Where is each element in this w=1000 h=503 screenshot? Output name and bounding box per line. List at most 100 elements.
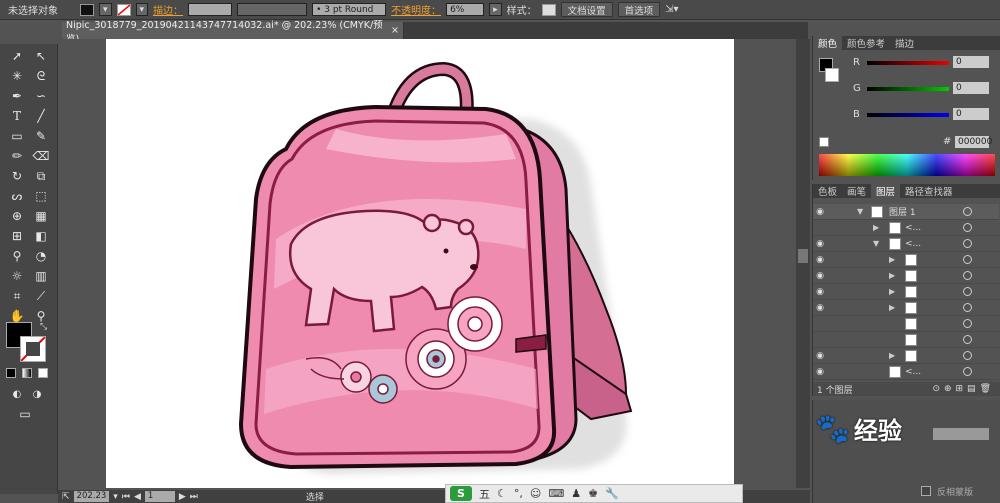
document-tab[interactable]: Nipic_3018779_20190421143747714032.ai* @…: [62, 20, 404, 45]
layer-row[interactable]: ◉ <...: [813, 364, 999, 380]
tools-icon[interactable]: 🔧: [605, 487, 619, 500]
free-transform-icon[interactable]: ⬚: [30, 188, 52, 204]
layer-row[interactable]: ◉ ▶: [813, 268, 999, 284]
zoom-dropdown-icon[interactable]: ▾: [113, 492, 118, 502]
shape-builder-icon[interactable]: ⊕: [6, 208, 28, 224]
magic-wand-icon[interactable]: ✳: [6, 68, 28, 84]
keyboard-icon[interactable]: ⌨: [548, 487, 564, 500]
color-mode-icon[interactable]: [6, 368, 16, 378]
user-icon[interactable]: ♟: [571, 487, 581, 500]
layer-row[interactable]: ◉ ▶: [813, 284, 999, 300]
perspective-grid-icon[interactable]: ▦: [30, 208, 52, 224]
fill-dropdown-icon[interactable]: ▾: [99, 3, 112, 16]
g-input[interactable]: 0: [953, 82, 989, 94]
expand-arrow-icon[interactable]: ▶: [873, 223, 879, 232]
type-tool-icon[interactable]: T: [6, 108, 28, 124]
expand-arrow-icon[interactable]: ▶: [889, 287, 895, 296]
stroke-color-box[interactable]: [20, 336, 46, 362]
none-color-icon[interactable]: [819, 137, 829, 147]
expand-arrow-icon[interactable]: ▶: [889, 271, 895, 280]
none-mode-icon[interactable]: [38, 368, 48, 378]
visibility-eye-icon[interactable]: ◉: [813, 367, 827, 377]
zoom-field[interactable]: 202.23: [73, 491, 110, 502]
layer-row[interactable]: ◉ ▶: [813, 348, 999, 364]
column-graph-icon[interactable]: ▥: [30, 268, 52, 284]
eyedropper-icon[interactable]: ⚲: [6, 248, 28, 264]
target-circle-icon[interactable]: [963, 239, 972, 248]
close-tab-icon[interactable]: ×: [391, 25, 399, 36]
style-swatch[interactable]: [541, 3, 556, 16]
visibility-eye-icon[interactable]: ◉: [813, 239, 827, 249]
layer-row[interactable]: [813, 332, 999, 348]
opacity-input[interactable]: 6%: [446, 3, 485, 16]
skin-icon[interactable]: ♚: [588, 487, 598, 500]
tab-swatches[interactable]: 色板: [813, 184, 842, 198]
layer-row[interactable]: ◉ ▶: [813, 300, 999, 316]
symbol-sprayer-icon[interactable]: ☼: [6, 268, 28, 284]
arrange-icon[interactable]: ⇲▾: [665, 4, 678, 15]
opacity-dropdown-icon[interactable]: ▸: [489, 3, 502, 16]
expand-arrow-icon[interactable]: ▶: [889, 351, 895, 360]
visibility-eye-icon[interactable]: ◉: [813, 351, 827, 361]
first-page-icon[interactable]: ⏮: [122, 492, 130, 502]
panel-stroke-swatch[interactable]: [825, 68, 839, 82]
direct-selection-tool-icon[interactable]: ↖: [30, 48, 52, 64]
next-page-icon[interactable]: ▶: [179, 492, 186, 502]
tab-brushes[interactable]: 画笔: [842, 184, 871, 198]
tab-pathfinder[interactable]: 路径查找器: [900, 184, 958, 198]
warp-icon[interactable]: ᔕ: [6, 188, 28, 204]
variable-width-dropdown[interactable]: [237, 3, 308, 16]
pencil-icon[interactable]: ✏: [6, 148, 28, 164]
document-settings-button[interactable]: 文档设置: [560, 2, 613, 17]
moon-icon[interactable]: ☾: [497, 487, 507, 500]
artboard-nav-icon[interactable]: ⇱: [62, 492, 70, 502]
tab-stroke[interactable]: 描边: [890, 36, 919, 50]
b-input[interactable]: 0: [953, 108, 989, 120]
r-input[interactable]: 0: [953, 56, 989, 68]
target-circle-icon[interactable]: [963, 319, 972, 328]
gradient-mode-icon[interactable]: [22, 368, 32, 378]
preferences-button[interactable]: 首选项: [617, 2, 661, 17]
stroke-dropdown-icon[interactable]: ▾: [135, 3, 149, 16]
tab-layers[interactable]: 图层: [871, 184, 901, 198]
expand-arrow-icon[interactable]: ▶: [889, 303, 895, 312]
b-slider[interactable]: [867, 113, 949, 117]
tab-color-guide[interactable]: 颜色参考: [842, 36, 890, 50]
punctuation-icon[interactable]: °,: [514, 487, 523, 500]
swap-colors-icon[interactable]: ⤡: [40, 322, 47, 332]
blend-icon[interactable]: ◔: [30, 248, 52, 264]
stroke-weight-input[interactable]: [188, 3, 233, 16]
opacity-label[interactable]: 不透明度：: [391, 2, 441, 17]
visibility-eye-icon[interactable]: ◉: [813, 271, 827, 281]
target-circle-icon[interactable]: [963, 271, 972, 280]
pen-tool-icon[interactable]: ✒: [6, 88, 28, 104]
artboard[interactable]: [106, 39, 734, 488]
sogou-logo-icon[interactable]: S: [450, 486, 472, 501]
rectangle-tool-icon[interactable]: ▭: [6, 128, 28, 144]
artboard-tool-icon[interactable]: ⌗: [6, 288, 28, 304]
visibility-eye-icon[interactable]: ◉: [813, 207, 827, 217]
page-field[interactable]: 1: [144, 491, 175, 502]
scale-icon[interactable]: ⧉: [30, 168, 52, 184]
line-tool-icon[interactable]: ╱: [30, 108, 52, 124]
prev-page-icon[interactable]: ◀: [134, 492, 141, 502]
target-circle-icon[interactable]: [963, 351, 972, 360]
g-slider[interactable]: [867, 87, 949, 91]
target-circle-icon[interactable]: [963, 367, 972, 376]
vertical-scroll-thumb[interactable]: [798, 249, 808, 263]
selection-tool-icon[interactable]: ➚: [6, 48, 28, 64]
fill-swatch[interactable]: [80, 3, 94, 16]
expand-arrow-icon[interactable]: ▼: [873, 239, 879, 248]
gradient-icon[interactable]: ◧: [30, 228, 52, 244]
target-circle-icon[interactable]: [963, 303, 972, 312]
rotate-icon[interactable]: ↻: [6, 168, 28, 184]
layer-row[interactable]: ◉ ▼ 图层 1: [813, 204, 999, 220]
invert-mask-checkbox[interactable]: [921, 486, 931, 496]
screen-mode-icon[interactable]: ▭: [14, 406, 36, 422]
slice-icon[interactable]: ⟋: [30, 288, 52, 304]
target-circle-icon[interactable]: [963, 287, 972, 296]
canvas-area[interactable]: [62, 39, 796, 488]
tab-color[interactable]: 颜色: [813, 36, 843, 50]
eraser-icon[interactable]: ⌫: [30, 148, 52, 164]
draw-mode-icon[interactable]: ◐: [6, 386, 28, 402]
